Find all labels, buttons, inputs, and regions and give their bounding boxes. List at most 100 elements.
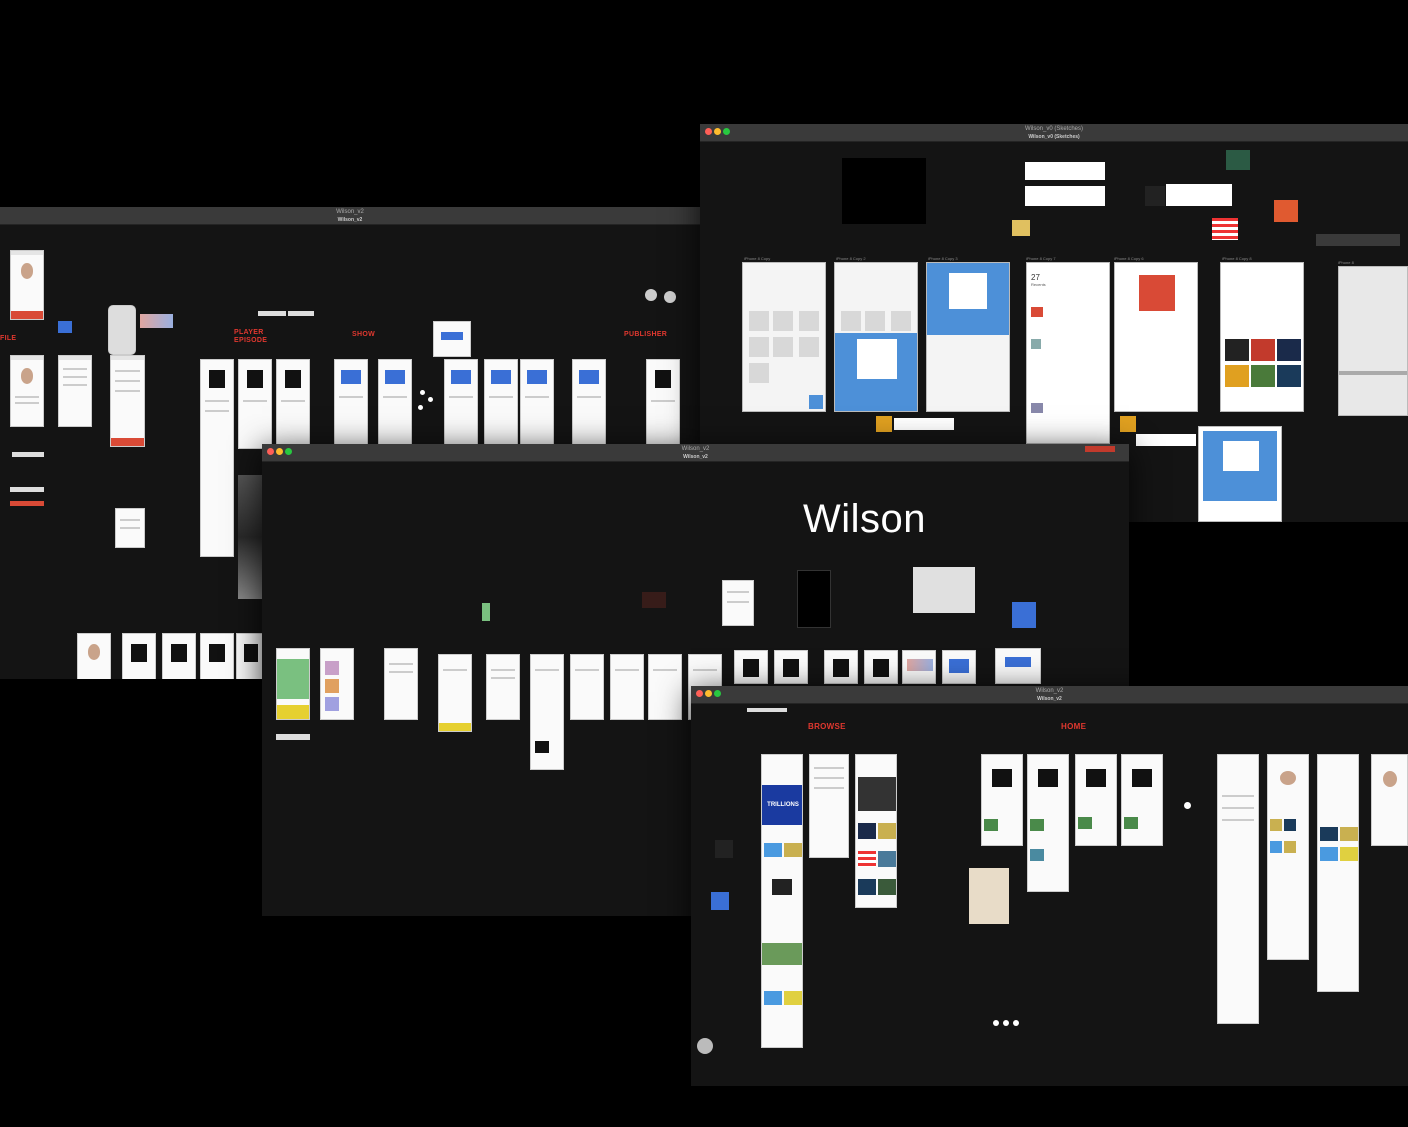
artboard-label: iPhone 8 Copy 7 (1026, 256, 1056, 261)
artboard[interactable] (10, 355, 44, 427)
app-icon (58, 321, 72, 333)
artboard[interactable] (334, 359, 368, 449)
artboard[interactable] (10, 250, 44, 320)
top-right-window-titlebar[interactable]: Wilson_v0 (Sketches) Wilson_v0 (Sketches… (700, 124, 1408, 142)
wireframe-artboard[interactable] (1198, 426, 1282, 522)
artboard[interactable] (122, 633, 156, 679)
artboard[interactable] (570, 654, 604, 720)
white-card[interactable] (1166, 184, 1232, 206)
section-label-publisher: PUBLISHER (624, 331, 668, 338)
bottom-right-window-titlebar[interactable]: Wilson_v2 Wilson_v2 (691, 686, 1408, 704)
artboard[interactable] (1075, 754, 1117, 846)
avatar[interactable] (697, 1038, 713, 1054)
artboard[interactable] (320, 648, 354, 720)
podcast-art (1274, 200, 1298, 222)
artboard[interactable] (774, 650, 808, 684)
section-label-episode: EPISODE (234, 337, 268, 344)
artboard[interactable] (115, 508, 145, 548)
bottom-right-canvas[interactable]: BROWSE HOME TRILLIONS (691, 704, 1408, 1086)
top-right-window-subtitle: Wilson_v0 (Sketches) (1028, 134, 1080, 140)
artboard[interactable] (444, 359, 478, 449)
center-window-subtitle: Wilson_v2 (683, 454, 708, 460)
artboard[interactable] (722, 580, 754, 626)
artboard[interactable] (162, 633, 196, 679)
wireframe-artboard[interactable] (926, 262, 1010, 412)
artboard[interactable] (276, 359, 310, 449)
bottom-right-sketch-window[interactable]: Wilson_v2 Wilson_v2 BROWSE HOME TRILLION… (691, 686, 1408, 1086)
artboard[interactable] (530, 654, 564, 770)
dark-artboard[interactable] (797, 570, 831, 628)
podcast-art (1145, 186, 1165, 206)
artboard[interactable] (809, 754, 849, 858)
artboard[interactable] (1267, 754, 1309, 960)
image-thumb (238, 475, 262, 599)
browse-banner-text: TRILLIONS (767, 802, 799, 808)
artboard[interactable] (433, 321, 471, 357)
black-artboard[interactable] (842, 158, 926, 224)
artboard[interactable] (486, 654, 520, 720)
artboard[interactable] (646, 359, 680, 449)
artboard[interactable] (438, 654, 472, 732)
browse-banner: TRILLIONS (762, 785, 802, 825)
artboard[interactable] (1027, 754, 1069, 892)
artboard[interactable] (77, 633, 111, 679)
image-artboard[interactable] (969, 868, 1009, 924)
text-chip (288, 311, 314, 316)
artboard[interactable] (648, 654, 682, 720)
wireframe-artboard[interactable] (1220, 262, 1304, 412)
artboard[interactable] (384, 648, 418, 720)
wireframe-artboard[interactable] (834, 262, 918, 412)
artboard[interactable] (864, 650, 898, 684)
annotation (642, 592, 666, 608)
top-right-window-title: Wilson_v0 (Sketches) (1024, 126, 1084, 132)
artboard[interactable] (981, 754, 1023, 846)
section-label-player: PLAYER (234, 329, 264, 336)
artboard[interactable]: TRILLIONS (761, 754, 803, 1048)
left-window-titlebar[interactable]: Wilson_v2 Wilson_v2 (0, 207, 700, 225)
artboard[interactable] (1371, 754, 1408, 846)
green-chip (482, 603, 490, 621)
artboard[interactable] (200, 633, 234, 679)
section-label-browse: BROWSE (808, 722, 846, 731)
artboard[interactable] (995, 648, 1041, 684)
artboard[interactable] (238, 359, 272, 449)
artboard-label: iPhone 8 (1338, 260, 1354, 265)
bottom-right-window-subtitle: Wilson_v2 (1037, 696, 1062, 702)
artboard-label: iPhone 8 Copy 3 (928, 256, 958, 261)
artboard[interactable] (1317, 754, 1359, 992)
artboard[interactable] (902, 650, 936, 684)
artboard[interactable] (572, 359, 606, 449)
text-chip (258, 311, 286, 316)
wireframe-artboard[interactable] (1114, 262, 1198, 412)
white-card[interactable] (1025, 162, 1105, 180)
artboard[interactable] (734, 650, 768, 684)
artboard[interactable] (520, 359, 554, 449)
marker-dot (1013, 1020, 1019, 1026)
artboard[interactable] (1121, 754, 1163, 846)
artboard[interactable] (110, 355, 145, 447)
text-chip (894, 418, 954, 430)
text-chip (276, 734, 310, 740)
artboard[interactable] (855, 754, 897, 908)
image-artboard[interactable] (913, 567, 975, 613)
artboard[interactable] (200, 359, 234, 557)
wireframe-artboard[interactable] (742, 262, 826, 412)
artboard[interactable] (276, 648, 310, 720)
artboard[interactable] (58, 355, 92, 427)
artboard[interactable] (1217, 754, 1259, 1024)
text-chip (10, 487, 44, 492)
podcast-art (1226, 150, 1250, 170)
artboard[interactable] (108, 305, 136, 355)
grey-bar (1316, 234, 1400, 246)
wireframe-artboard[interactable] (1338, 266, 1408, 416)
artboard[interactable] (484, 359, 518, 449)
artboard[interactable] (378, 359, 412, 449)
wireframe-artboard[interactable]: 27 Recents (1026, 262, 1110, 444)
white-card[interactable] (1025, 186, 1105, 206)
artboard[interactable] (610, 654, 644, 720)
artboard[interactable] (942, 650, 976, 684)
center-window-titlebar[interactable]: Wilson_v2 Wilson_v2 (262, 444, 1129, 462)
app-wordmark: Wilson (803, 497, 927, 541)
avatar-dot (664, 291, 676, 303)
artboard[interactable] (824, 650, 858, 684)
